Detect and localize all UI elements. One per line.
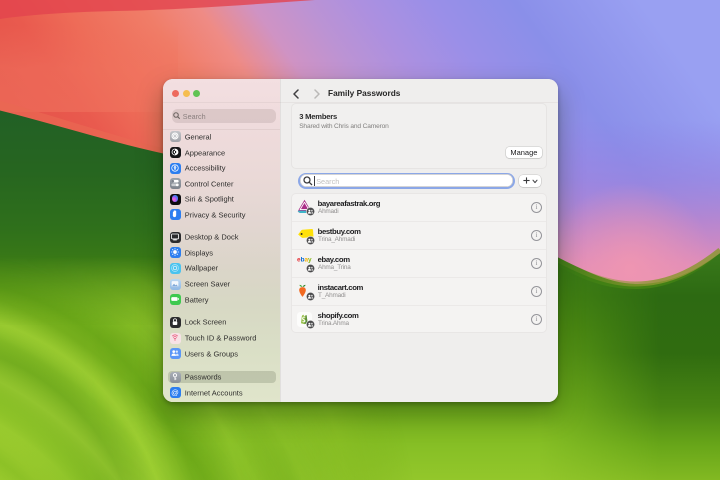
svg-text:ebay: ebay [297,257,312,264]
